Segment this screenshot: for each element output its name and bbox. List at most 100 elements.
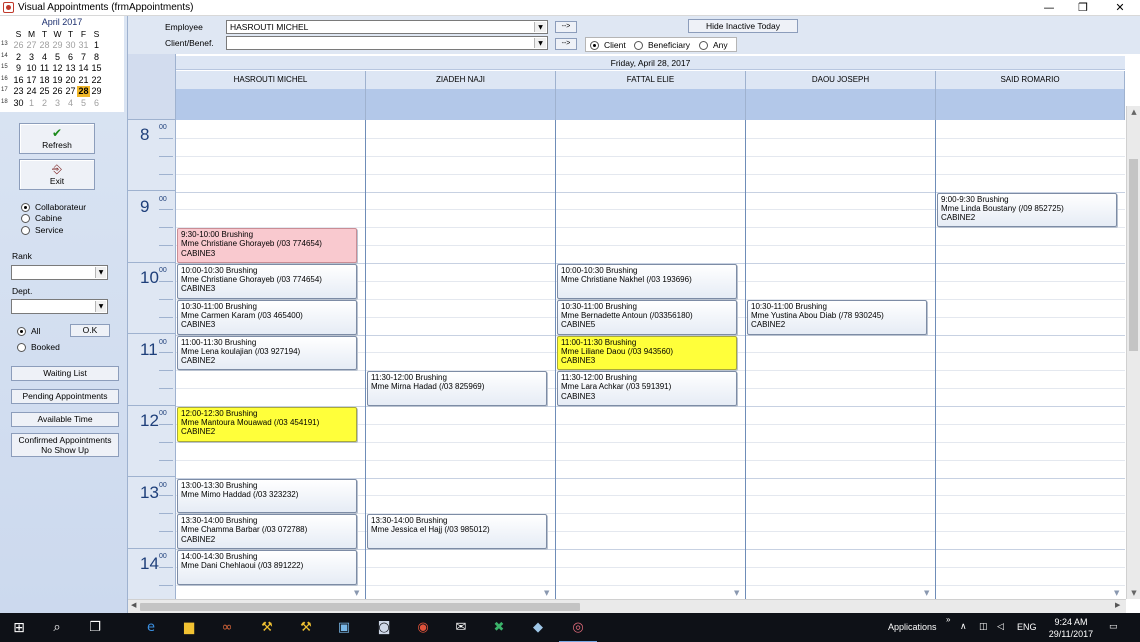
radio-any[interactable]: Any (699, 40, 728, 50)
scroll-up-icon[interactable]: ▲ (1127, 108, 1140, 116)
employee-go-button[interactable]: --> (555, 21, 577, 33)
calendar-day[interactable]: 29 (90, 86, 103, 97)
dept-select[interactable]: ▼ (11, 299, 108, 314)
calendar-day-selected[interactable]: 28 (77, 86, 90, 97)
calendar-day[interactable]: 16 (12, 75, 25, 86)
pending-appointments-button[interactable]: Pending Appointments (11, 389, 119, 404)
calendar-day[interactable]: 6 (90, 98, 103, 109)
excel-icon[interactable]: ✖ (489, 618, 509, 638)
calendar-day[interactable]: 6 (64, 52, 77, 63)
language-indicator[interactable]: ENG (1017, 613, 1037, 642)
network-icon[interactable]: ◫ (979, 613, 988, 642)
calendar-day[interactable]: 24 (25, 86, 38, 97)
column-scroll-arrow-icon[interactable]: ▼ (734, 589, 739, 597)
radio-booked[interactable]: Booked (17, 342, 60, 352)
employee-column-header[interactable]: SAID ROMARIO (936, 71, 1125, 89)
horizontal-scrollbar[interactable]: ◀ ▶ (128, 599, 1126, 613)
close-button[interactable]: ✕ (1103, 0, 1137, 16)
calendar-day[interactable]: 5 (51, 52, 64, 63)
employee-column-header[interactable]: ZIADEH NAJI (366, 71, 556, 89)
scroll-right-icon[interactable]: ▶ (1115, 601, 1120, 609)
calendar-day[interactable]: 3 (51, 98, 64, 109)
appointment-block[interactable]: 13:30-14:00 Brushing Mme Jessica el Hajj … (367, 514, 547, 549)
chrome-icon[interactable]: ◉ (413, 618, 433, 638)
appointment-block[interactable]: 10:00-10:30 Brushing Mme Christiane Ghora… (177, 264, 357, 299)
tools-icon[interactable]: ⚒ (257, 618, 277, 638)
calendar-day[interactable]: 7 (77, 52, 90, 63)
calendar-day[interactable]: 25 (38, 86, 51, 97)
client-go-button[interactable]: --> (555, 38, 577, 50)
calendar-day[interactable]: 28 (38, 40, 51, 51)
calendar-day[interactable]: 1 (25, 98, 38, 109)
calendar-day[interactable]: 13 (64, 63, 77, 74)
appointment-block[interactable]: 14:00-14:30 Brushing Mme Dani Chehlaoui (… (177, 550, 357, 585)
waiting-list-button[interactable]: Waiting List (11, 366, 119, 381)
mail-icon[interactable]: ✉ (451, 618, 471, 638)
client-select[interactable]: ▼ (226, 36, 548, 50)
appointment-block[interactable]: 10:30-11:00 Brushing Mme Bernadette Antou… (557, 299, 737, 335)
calendar-day[interactable]: 30 (64, 40, 77, 51)
calendar-day[interactable]: 18 (38, 75, 51, 86)
appointment-block[interactable]: 12:00-12:30 Brushing Mme Mantoura Mouawad… (177, 407, 357, 442)
appointment-block[interactable]: 13:00-13:30 Brushing Mme Mimo Haddad (/03… (177, 478, 357, 514)
confirmed-noshow-button[interactable]: Confirmed Appointments No Show Up (11, 433, 119, 457)
exit-button[interactable]: ⎆ Exit (19, 159, 95, 190)
employee-column-header[interactable]: DAOU JOSEPH (746, 71, 936, 89)
vertical-scroll-thumb[interactable] (1129, 159, 1138, 351)
minimize-button[interactable]: — (1032, 0, 1066, 16)
appointment-block[interactable]: 10:30-11:00 Brushing Mme Carmen Karam (/0… (177, 299, 357, 335)
tools-icon-2[interactable]: ⚒ (296, 618, 316, 638)
calendar-day[interactable]: 20 (64, 75, 77, 86)
calendar-day[interactable]: 19 (51, 75, 64, 86)
taskbar-clock[interactable]: 9:24 AM 29/11/2017 (1043, 616, 1099, 640)
toolbar-expand-icon[interactable]: » (946, 605, 950, 634)
calendar-day[interactable]: 27 (25, 40, 38, 51)
volume-icon[interactable]: ◁ (997, 613, 1004, 642)
rank-select[interactable]: ▼ (11, 265, 108, 280)
horizontal-scroll-thumb[interactable] (140, 603, 580, 611)
calendar-day[interactable]: 30 (12, 98, 25, 109)
calendar-day[interactable]: 31 (77, 40, 90, 51)
file-explorer-icon[interactable]: ▆ (179, 618, 199, 638)
vertical-scrollbar[interactable]: ▲ ▼ (1126, 106, 1140, 599)
radio-cabine[interactable]: Cabine (21, 213, 62, 223)
appointment-block[interactable]: 11:30-12:00 Brushing Mme Lara Achkar (/03… (557, 371, 737, 406)
windows-start-icon[interactable]: ⊞ (9, 618, 29, 638)
appointment-block[interactable]: 10:00-10:30 Brushing Mme Christiane Nakhe… (557, 264, 737, 299)
appointment-block[interactable]: 9:00-9:30 Brushing Mme Linda Boustany (/0… (937, 192, 1117, 228)
calendar-day[interactable]: 15 (90, 63, 103, 74)
calendar-day[interactable]: 22 (90, 75, 103, 86)
tray-chevron-icon[interactable]: ∧ (960, 613, 967, 642)
monitor-icon[interactable]: ▣ (334, 618, 354, 638)
visual-appointments-taskbar-icon[interactable]: ◎ (559, 618, 597, 642)
calendar-day[interactable]: 11 (38, 63, 51, 74)
refresh-button[interactable]: ✔ Refresh (19, 123, 95, 154)
appointment-block[interactable]: 11:30-12:00 Brushing Mme Mirna Hadad (/03… (367, 371, 547, 406)
schedule-grid[interactable]: ▼ ▼ ▼ ▼ ▼ 9:30-10:00 Brushing Mme Christiane G… (176, 120, 1125, 599)
notifications-icon[interactable]: ▭ (1109, 613, 1118, 642)
radio-service[interactable]: Service (21, 225, 63, 235)
radio-beneficiary[interactable]: Beneficiary (634, 40, 690, 50)
hide-inactive-button[interactable]: Hide Inactive Today (688, 19, 798, 33)
calendar-day[interactable]: 12 (51, 63, 64, 74)
appointment-block[interactable]: 10:30-11:00 Brushing Mme Yustina Abou Dia… (747, 299, 927, 335)
calendar-day[interactable]: 23 (12, 86, 25, 97)
applications-toolbar[interactable]: Applications (888, 613, 937, 642)
calendar-day[interactable]: 4 (64, 98, 77, 109)
column-scroll-arrow-icon[interactable]: ▼ (1114, 589, 1119, 597)
calendar-day[interactable]: 27 (64, 86, 77, 97)
employee-column-header[interactable]: HASROUTI MICHEL (176, 71, 366, 89)
column-scroll-arrow-icon[interactable]: ▼ (354, 589, 359, 597)
calendar-day[interactable]: 5 (77, 98, 90, 109)
calendar-day[interactable]: 14 (77, 63, 90, 74)
calendar-day[interactable]: 2 (38, 98, 51, 109)
appointment-block[interactable]: 11:00-11:30 Brushing Mme Lena koulajian (… (177, 335, 357, 371)
calendar-day[interactable]: 29 (51, 40, 64, 51)
calendar-day[interactable]: 10 (25, 63, 38, 74)
maximize-button[interactable]: ❐ (1066, 0, 1100, 16)
search-icon[interactable]: ⌕ (47, 618, 67, 638)
calendar-day[interactable]: 17 (25, 75, 38, 86)
calendar-day[interactable]: 4 (38, 52, 51, 63)
calendar-day[interactable]: 2 (12, 52, 25, 63)
calendar-day[interactable]: 1 (90, 40, 103, 51)
